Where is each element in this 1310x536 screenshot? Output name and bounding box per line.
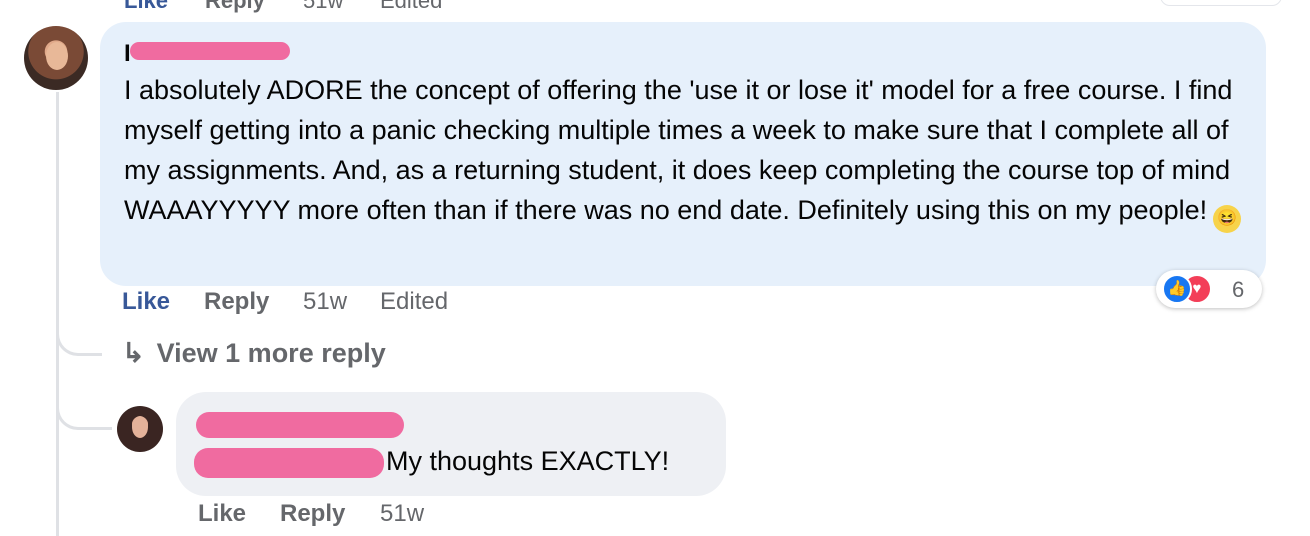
redaction-mark [194,448,384,478]
edited-label: Edited [380,288,449,315]
timestamp[interactable]: 51w [303,288,347,316]
like-link[interactable]: Like [124,0,168,14]
reply-bubble [176,392,726,496]
comment-text: I absolutely ADORE the concept of offeri… [124,70,1244,233]
timestamp[interactable]: 51w [380,500,424,528]
edited-label: Edited [380,0,443,13]
like-link[interactable]: Like [122,288,170,316]
reply-arrow-icon: ↳ [122,338,145,368]
avatar[interactable] [24,26,88,90]
previous-reactions-pill[interactable] [1160,0,1282,6]
thread-branch [56,394,112,430]
view-more-replies-link[interactable]: ↳ View 1 more reply [122,338,386,369]
thread-branch [56,322,102,356]
previous-comment-actions: Like Reply 51w Edited [0,0,1310,13]
avatar[interactable] [117,406,163,452]
timestamp: 51w [303,0,344,13]
reply-actions: Like Reply 51w [0,500,1310,532]
comment-text-body: I absolutely ADORE the concept of offeri… [124,75,1233,225]
reply-link[interactable]: Reply [204,288,269,316]
redaction-mark [196,412,404,438]
thumbs-up-icon: 👍 [1162,274,1192,304]
reply-link[interactable]: Reply [280,500,345,528]
like-link[interactable]: Like [198,500,246,528]
view-more-label: View 1 more reply [156,338,386,368]
reply-text: My thoughts EXACTLY! [386,446,670,476]
comment-actions: Like Reply 51w Edited [0,288,1310,320]
reply-link[interactable]: Reply [205,0,265,14]
laughing-emoji-icon: 😆 [1213,205,1242,233]
redaction-mark [130,42,290,60]
